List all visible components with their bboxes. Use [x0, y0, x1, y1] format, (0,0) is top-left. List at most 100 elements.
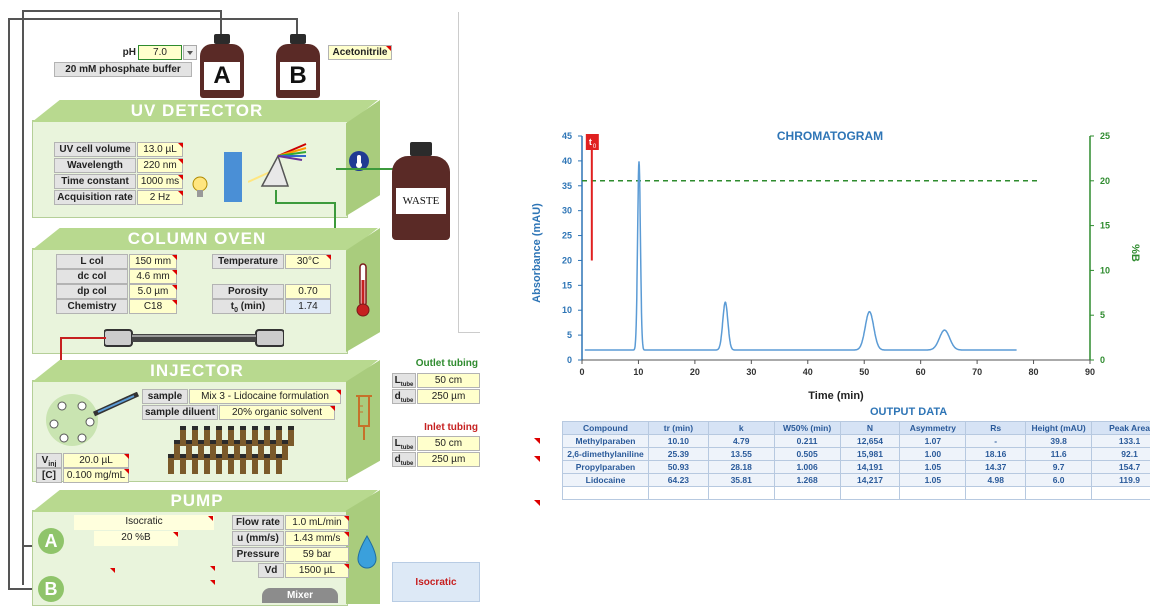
- cell-rs: 4.98: [966, 474, 1026, 487]
- y2-tick-label: 15: [1100, 221, 1110, 231]
- x-tick-label: 70: [972, 367, 982, 377]
- particle-size-input[interactable]: 5.0 µm: [129, 284, 177, 299]
- inlet-tubing-length-input[interactable]: 50 cm: [417, 436, 480, 451]
- y-tick-label: 35: [562, 181, 572, 191]
- cell-w50: 1.268: [774, 474, 840, 487]
- acquisition-rate-input[interactable]: 2 Hz: [137, 190, 183, 205]
- comment-marker: [124, 454, 129, 459]
- wavelength-input[interactable]: 220 nm: [137, 158, 183, 173]
- injection-volume-label: Vinj: [36, 453, 62, 468]
- table-row: Methylparaben10.104.790.21112,6541.07-39…: [563, 435, 1150, 448]
- elution-mode-select[interactable]: Isocratic: [74, 515, 214, 530]
- sample-select[interactable]: Mix 3 - Lidocaine formulation: [189, 389, 341, 404]
- inlet-tubing-length-label: Ltube: [392, 436, 416, 451]
- inlet-tubing-diameter-input[interactable]: 250 µm: [417, 452, 480, 467]
- uv-cell-volume-input[interactable]: 13.0 µL: [137, 142, 183, 157]
- cell-k: 28.18: [708, 461, 774, 474]
- y2-tick-label: 25: [1100, 131, 1110, 141]
- column-length-input[interactable]: 150 mm: [129, 254, 177, 269]
- pump-channel-a-label: A: [45, 531, 58, 551]
- tubing-line: [220, 10, 222, 36]
- cell-w50: 0.211: [774, 435, 840, 448]
- y2-tick-label: 20: [1100, 176, 1110, 186]
- waste-label: WASTE: [396, 188, 446, 214]
- y-axis-label: Absorbance (mAU): [531, 203, 543, 303]
- dwell-volume-label: Vd: [258, 563, 284, 578]
- y-tick-label: 45: [562, 131, 572, 141]
- outlet-tubing-title: Outlet tubing: [398, 358, 478, 369]
- time-constant-input[interactable]: 1000 ms: [137, 174, 183, 189]
- ph-input[interactable]: 7.0: [138, 45, 182, 60]
- cell-compound: Methylparaben: [563, 435, 649, 448]
- comment-marker: [210, 580, 215, 585]
- gradient-mode-button[interactable]: Isocratic: [392, 562, 480, 602]
- y-tick-label: 20: [562, 255, 572, 265]
- y-tick-label: 5: [567, 330, 572, 340]
- cell-tr: 50.93: [648, 461, 708, 474]
- cell-rs: 18.16: [966, 448, 1026, 461]
- flow-rate-input[interactable]: 1.0 mL/min: [285, 515, 349, 530]
- cell-k: 4.79: [708, 435, 774, 448]
- column-diameter-label: dc col: [56, 269, 128, 284]
- solvent-bottle-a[interactable]: A: [200, 34, 244, 98]
- cell-compound: 2,6-dimethylaniline: [563, 448, 649, 461]
- cell-asymmetry: 1.05: [900, 474, 966, 487]
- chemistry-input[interactable]: C18: [129, 299, 177, 314]
- dwell-volume-input[interactable]: 1500 µL: [285, 563, 349, 578]
- panel-border: [458, 332, 480, 333]
- porosity-input[interactable]: 0.70: [285, 284, 331, 299]
- column-diameter-input[interactable]: 4.6 mm: [129, 269, 177, 284]
- temperature-input[interactable]: 30°C: [285, 254, 331, 269]
- header-n: N: [840, 422, 900, 435]
- flow-cell: [224, 152, 242, 202]
- temperature-label: Temperature: [212, 254, 284, 269]
- prism-icon: [248, 142, 308, 198]
- concentration-input[interactable]: 0.100 mg/mL: [63, 468, 129, 483]
- y2-tick-label: 0: [1100, 355, 1105, 365]
- pump-channel-b[interactable]: B: [38, 576, 64, 602]
- wavelength-label: Wavelength: [54, 158, 136, 173]
- outlet-tubing-length-label: Ltube: [392, 373, 416, 388]
- buffer-label: 20 mM phosphate buffer: [54, 62, 192, 77]
- header-w50: W50% (min): [774, 422, 840, 435]
- percent-b-input[interactable]: 20 %B: [94, 531, 178, 546]
- comment-marker: [173, 532, 178, 537]
- ph-label: pH: [112, 46, 136, 61]
- vial-rack: [168, 426, 318, 480]
- cell-k: 35.81: [708, 474, 774, 487]
- tubing-line: [8, 18, 10, 588]
- comment-marker: [124, 469, 129, 474]
- sample-diluent-label: sample diluent: [142, 405, 218, 420]
- t0-label-suffix: (min): [238, 301, 265, 312]
- flow-rate-label: Flow rate: [232, 515, 284, 530]
- injection-valve[interactable]: [42, 392, 142, 448]
- table-row: Lidocaine64.2335.811.26814,2171.054.986.…: [563, 474, 1150, 487]
- instrument-schematic: pH 7.0 20 mM phosphate buffer Acetonitri…: [0, 0, 480, 603]
- header-height: Height (mAU): [1026, 422, 1092, 435]
- comment-marker: [344, 564, 349, 569]
- x-tick-label: 20: [690, 367, 700, 377]
- column-length-label: L col: [56, 254, 128, 269]
- x-tick-label: 60: [916, 367, 926, 377]
- mixer: Mixer: [262, 588, 338, 603]
- x-tick-label: 50: [859, 367, 869, 377]
- header-rs: Rs: [966, 422, 1026, 435]
- bottle-b-letter: B: [280, 62, 316, 90]
- comment-marker: [172, 300, 177, 305]
- pump-channel-a[interactable]: A: [38, 528, 64, 554]
- thermometer-icon: [356, 262, 370, 318]
- comment-marker: [172, 255, 177, 260]
- comment-marker: [178, 175, 183, 180]
- injector-title: INJECTOR: [32, 361, 362, 381]
- outlet-tubing-diameter-input[interactable]: 250 µm: [417, 389, 480, 404]
- ph-dropdown-button[interactable]: [183, 45, 197, 60]
- comment-marker: [336, 390, 341, 395]
- injection-volume-input[interactable]: 20.0 µL: [63, 453, 129, 468]
- outlet-tubing-length-input[interactable]: 50 cm: [417, 373, 480, 388]
- cell-peak-area: 133.1: [1092, 435, 1150, 448]
- sample-diluent-select[interactable]: 20% organic solvent: [219, 405, 335, 420]
- x-tick-label: 30: [746, 367, 756, 377]
- solvent-bottle-b[interactable]: B: [276, 34, 320, 98]
- gradient-mode-label: Isocratic: [415, 577, 456, 588]
- cell-asymmetry: 1.00: [900, 448, 966, 461]
